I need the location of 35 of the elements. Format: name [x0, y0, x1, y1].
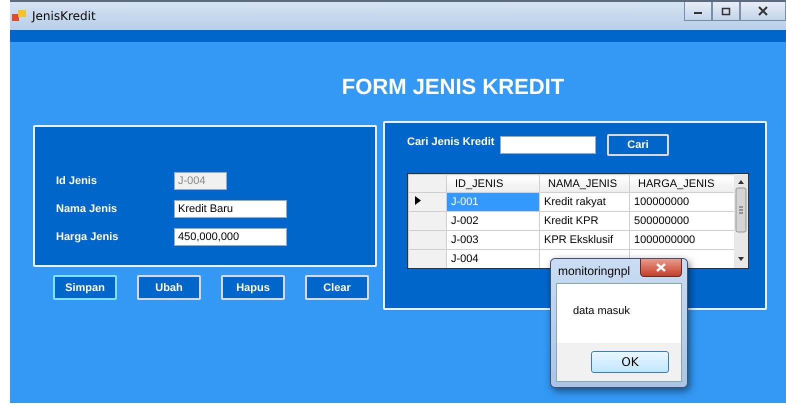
table-cell: KPR Eksklusif — [540, 230, 630, 250]
table-cell: J-001 — [446, 192, 540, 212]
window-title: JenisKredit — [32, 9, 96, 23]
action-button[interactable]: Simpan — [53, 275, 117, 300]
table-cell: J-002 — [446, 212, 540, 230]
table-cell: J-003 — [446, 230, 540, 250]
minimize-button[interactable] — [684, 2, 712, 21]
column-header[interactable]: ID_JENIS — [446, 174, 540, 192]
search-field[interactable] — [500, 136, 596, 154]
table-cell: Kredit KPR — [540, 212, 630, 230]
scrollbar[interactable] — [734, 174, 748, 268]
search-button[interactable]: Cari — [607, 134, 669, 156]
field-label: Id Jenis — [56, 175, 98, 187]
text-field[interactable]: 450,000,000 — [174, 228, 287, 246]
action-button[interactable]: Ubah — [137, 275, 201, 300]
column-header[interactable]: HARGA_JENIS — [630, 174, 734, 192]
close-button[interactable] — [640, 259, 682, 277]
dialog-title: monitoringnpl — [558, 264, 630, 278]
close-button[interactable] — [740, 2, 786, 21]
column-header[interactable]: NAMA_JENIS — [540, 174, 630, 192]
close-icon — [757, 6, 769, 16]
form-heading: FORM JENIS KREDIT — [340, 73, 566, 101]
field-label: Harga Jenis — [56, 231, 120, 243]
text-field[interactable]: Kredit Baru — [174, 200, 287, 218]
action-button[interactable]: Hapus — [221, 275, 285, 300]
ok-button[interactable]: OK — [591, 351, 669, 373]
app-icon — [12, 10, 26, 22]
close-icon — [655, 263, 667, 272]
action-button[interactable]: Clear — [305, 275, 369, 300]
table-cell: Kredit rakyat — [540, 192, 630, 212]
field-label: Nama Jenis — [56, 203, 118, 215]
search-label: Cari Jenis Kredit — [407, 136, 496, 148]
maximize-icon — [721, 6, 731, 16]
dialog-message: data masuk — [572, 304, 631, 319]
maximize-button[interactable] — [712, 2, 740, 21]
